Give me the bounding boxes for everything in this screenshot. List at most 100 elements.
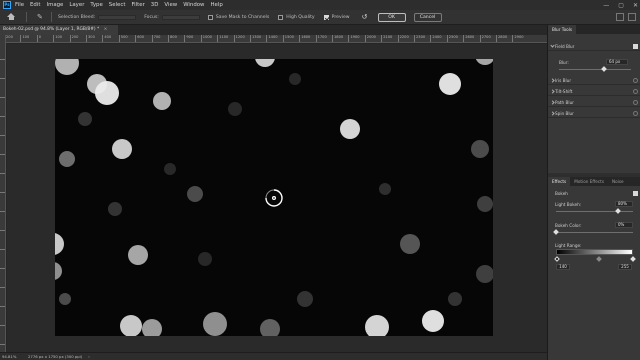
ruler-tick-label: 1100 [217, 35, 228, 42]
light-bokeh-slider-track[interactable] [556, 211, 633, 212]
ruler-tick-mark [0, 249, 5, 250]
blur-brush-icon[interactable]: ✎ [37, 13, 45, 21]
ruler-tick-label: 800 [168, 35, 177, 42]
blur-row-field-blur[interactable]: Field Blur [548, 42, 640, 51]
vertical-ruler[interactable] [0, 35, 6, 352]
bokeh-color-slider-track[interactable] [556, 232, 633, 233]
light-bokeh-value[interactable]: 80% [615, 201, 633, 207]
photoshop-logo-icon: Ps [3, 1, 11, 9]
field-blur-pin-icon[interactable] [264, 188, 284, 208]
minimize-icon[interactable]: — [603, 2, 609, 9]
bokeh-checkbox[interactable] [633, 191, 638, 196]
blur-row-iris-blur[interactable]: Iris Blur [548, 76, 640, 85]
blur-slider-track[interactable] [559, 69, 631, 70]
path-blur-toggle[interactable] [633, 99, 638, 105]
bokeh-highlight [128, 245, 148, 265]
ruler-tick-mark [0, 192, 5, 193]
menu-select[interactable]: Select [109, 2, 126, 8]
menu-layer[interactable]: Layer [69, 2, 84, 8]
bokeh-highlight [187, 186, 203, 202]
field-blur-label: Field Blur [555, 43, 575, 49]
field-blur-enable-checkbox[interactable] [633, 43, 638, 49]
blur-row-tilt-shift[interactable]: Tilt-Shift [548, 87, 640, 96]
bokeh-highlight [471, 140, 489, 158]
workspace-icon[interactable] [628, 13, 636, 21]
tilt-shift-label: Tilt-Shift [555, 88, 573, 94]
tilt-shift-toggle[interactable] [633, 88, 638, 94]
search-icon[interactable] [616, 13, 624, 21]
menu-file[interactable]: File [15, 2, 24, 8]
light-range-high-value[interactable]: 255 [618, 264, 632, 270]
save-mask-checkbox[interactable] [207, 14, 213, 20]
menu-filter[interactable]: Filter [131, 2, 144, 8]
document-tab[interactable]: Bokeh-02.psd @ 94.8% (Layer 1, RGB/8#) *… [0, 25, 118, 35]
menu-view[interactable]: View [164, 2, 177, 8]
iris-blur-toggle[interactable] [633, 77, 638, 83]
ok-button[interactable]: OK [377, 12, 406, 22]
ruler-tick-label: 1300 [250, 35, 261, 42]
maximize-icon[interactable]: ▢ [618, 2, 624, 9]
chevron-right-icon[interactable] [550, 89, 555, 94]
reset-icon[interactable]: ↺ [362, 13, 370, 21]
chevron-right-icon[interactable] [550, 100, 555, 105]
chevron-right-icon[interactable] [550, 78, 555, 83]
menu-3d[interactable]: 3D [151, 2, 159, 8]
ruler-tick-mark [0, 97, 5, 98]
high-quality-checkbox[interactable] [278, 14, 284, 20]
ruler-tick-label: 300 [86, 35, 95, 42]
light-range-gradient[interactable] [556, 249, 633, 255]
bokeh-color-value[interactable]: 0% [615, 222, 633, 228]
bokeh-color-slider-thumb[interactable] [553, 229, 559, 235]
home-icon[interactable] [7, 13, 15, 21]
path-blur-label: Path Blur [555, 99, 574, 105]
ruler-tick-label: 100 [53, 35, 62, 42]
high-quality-option[interactable]: High Quality [278, 14, 317, 20]
chevron-right-icon[interactable] [550, 111, 555, 116]
spin-blur-toggle[interactable] [633, 110, 638, 116]
bokeh-highlight [164, 163, 176, 175]
cancel-button[interactable]: Cancel [413, 12, 442, 22]
iris-blur-label: Iris Blur [555, 77, 572, 83]
ruler-tick-mark [0, 211, 5, 212]
status-expand-icon[interactable]: › [88, 354, 90, 359]
ruler-tick-mark [0, 287, 5, 288]
chevron-down-icon[interactable] [550, 43, 555, 48]
light-range-mid-thumb[interactable] [596, 256, 602, 262]
focus-slider[interactable] [161, 14, 200, 20]
ruler-tick-label: 2300 [414, 35, 425, 42]
tab-blur-tools[interactable]: Blur Tools [548, 25, 577, 34]
menu-help[interactable]: Help [210, 2, 222, 8]
blur-row-path-blur[interactable]: Path Blur [548, 98, 640, 107]
bokeh-highlight [78, 112, 92, 126]
preview-option[interactable]: Preview [323, 14, 353, 20]
blur-label: Blur: [559, 60, 569, 65]
options-right-icons [616, 13, 636, 21]
ruler-tick-label: 1200 [233, 35, 245, 42]
menu-image[interactable]: Image [46, 2, 63, 8]
save-mask-label: Save Mask to Channels [215, 14, 270, 20]
light-bokeh-slider-thumb[interactable] [614, 208, 621, 214]
blur-value-field[interactable]: 64 px [606, 59, 628, 65]
horizontal-ruler[interactable]: 200 100 0 100 200 300 400 500 600 700 800 900 1000 11… [6, 35, 547, 43]
menu-type[interactable]: Type [90, 2, 102, 8]
selection-bleed-label: Selection Bleed: [58, 14, 96, 20]
ruler-tick-label: 2400 [430, 35, 442, 42]
blur-row-spin-blur[interactable]: Spin Blur [548, 109, 640, 118]
close-tab-icon[interactable]: × [104, 27, 108, 32]
menu-edit[interactable]: Edit [30, 2, 40, 8]
tab-noise[interactable]: Noise [608, 177, 628, 186]
light-range-low-thumb[interactable] [554, 256, 560, 262]
light-range-high-thumb[interactable] [630, 256, 636, 262]
blur-slider-thumb[interactable] [600, 66, 607, 72]
ruler-tick-label: 2000 [364, 35, 376, 42]
preview-checkbox[interactable] [323, 14, 329, 20]
bokeh-highlight [365, 315, 389, 336]
tab-effects[interactable]: Effects [548, 177, 571, 186]
zoom-level[interactable]: 94.81% [0, 354, 22, 359]
light-range-low-value[interactable]: 140 [556, 264, 570, 270]
save-mask-option[interactable]: Save Mask to Channels [207, 14, 272, 20]
selection-bleed-slider[interactable] [98, 14, 137, 20]
tab-motion-effects[interactable]: Motion Effects [570, 177, 608, 186]
menu-window[interactable]: Window [183, 2, 204, 8]
close-window-icon[interactable]: ✕ [633, 2, 638, 9]
